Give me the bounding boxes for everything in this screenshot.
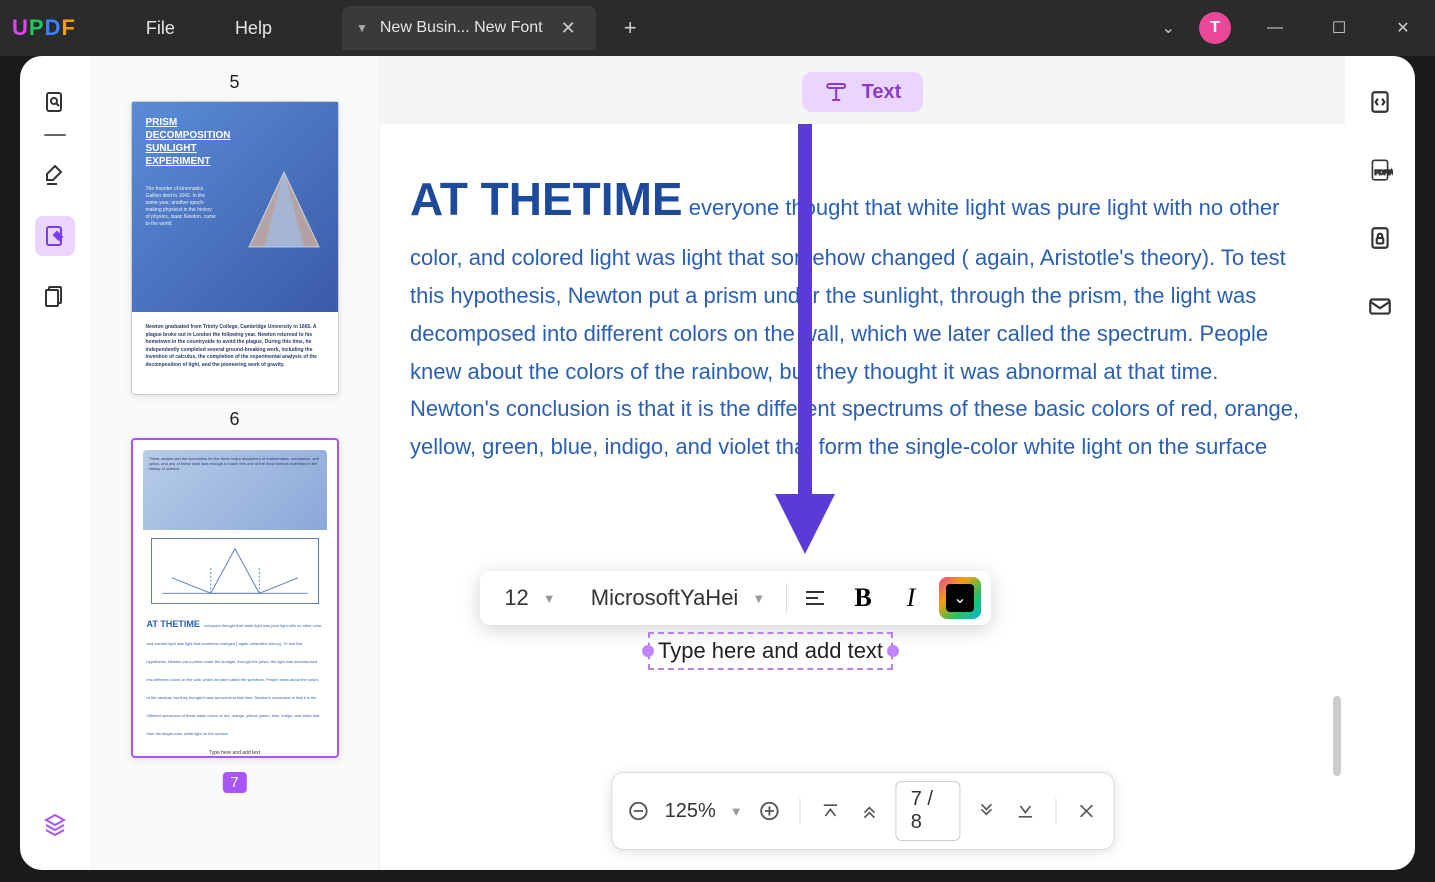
new-tab-button[interactable]: + <box>624 15 637 41</box>
font-size-dropdown[interactable]: 12 ▼ <box>490 585 570 611</box>
layers-icon <box>43 812 67 836</box>
chevrons-up-icon <box>859 801 879 821</box>
close-bar-button[interactable] <box>1074 797 1099 825</box>
bold-button[interactable]: B <box>843 578 883 618</box>
pages-tool[interactable] <box>35 276 75 316</box>
right-toolbar: PDF/A <box>1345 56 1415 870</box>
svg-text:PDF/A: PDF/A <box>1375 169 1393 176</box>
protect-tool[interactable] <box>1360 218 1400 258</box>
next-page-button[interactable] <box>974 797 999 825</box>
menu-file[interactable]: File <box>116 18 205 39</box>
tab-dropdown-icon[interactable]: ▼ <box>356 21 368 35</box>
text-icon <box>824 80 848 104</box>
separator <box>1056 798 1057 824</box>
first-page-button[interactable] <box>818 797 843 825</box>
lock-page-icon <box>1367 225 1393 251</box>
chevron-down-icon[interactable]: ⌄ <box>1162 18 1175 38</box>
pdfa-icon: PDF/A <box>1367 157 1393 183</box>
zoom-in-button[interactable] <box>757 797 782 825</box>
chevron-down-icon: ▼ <box>543 591 556 606</box>
thumbnail-page-7[interactable]: These studies laid the foundation for th… <box>131 438 339 758</box>
chevron-down-icon: ⌄ <box>946 584 974 612</box>
thumb7-heading: AT THETIME <box>147 619 200 629</box>
text-formatting-toolbar: 12 ▼ MicrosoftYaHei ▼ B I ⌄ <box>480 571 991 625</box>
document-page[interactable]: AT THETIME everyone thought that white l… <box>380 124 1345 870</box>
thumb5-body: Newton graduated from Trinity College, C… <box>132 312 338 381</box>
minimize-button[interactable]: — <box>1255 19 1295 37</box>
close-icon <box>1077 801 1097 821</box>
menu-help[interactable]: Help <box>205 18 302 39</box>
edit-page-icon <box>43 224 67 248</box>
convert-icon <box>1367 89 1393 115</box>
thumb5-title: PRISM DECOMPOSITION SUNLIGHT EXPERIMENT <box>146 116 244 168</box>
bottom-navigation-bar: 125% ▼ 7 / 8 <box>611 772 1114 850</box>
zoom-dropdown-icon[interactable]: ▼ <box>730 804 743 819</box>
thumbnail-page-5[interactable]: PRISM DECOMPOSITION SUNLIGHT EXPERIMENT … <box>131 101 339 395</box>
layers-tool[interactable] <box>35 804 75 844</box>
app-logo: UPDF <box>12 15 76 41</box>
text-mode-button[interactable]: Text <box>802 72 924 112</box>
thumb5-subtitle: The founder of kinematics. Galileo died … <box>146 186 217 228</box>
current-page-badge: 7 <box>222 772 246 793</box>
thumb-page-number: 5 <box>90 72 379 93</box>
left-toolbar <box>20 56 90 870</box>
text-insert-field[interactable]: Type here and add text <box>648 632 893 670</box>
separator <box>799 798 800 824</box>
last-page-button[interactable] <box>1013 797 1038 825</box>
font-family-value: MicrosoftYaHei <box>591 585 739 611</box>
tab-close-icon[interactable]: ✕ <box>555 18 582 39</box>
font-size-value: 12 <box>504 585 528 611</box>
text-color-button[interactable]: ⌄ <box>939 577 981 619</box>
main-document-area: Text AT THETIME everyone thought that wh… <box>380 56 1345 870</box>
convert-tool[interactable] <box>1360 82 1400 122</box>
share-tool[interactable] <box>1360 286 1400 326</box>
thumb-page-number: 6 <box>90 409 379 430</box>
resize-handle-right[interactable] <box>887 645 899 657</box>
align-left-icon <box>803 586 827 610</box>
align-button[interactable] <box>795 578 835 618</box>
plus-circle-icon <box>758 800 780 822</box>
tab-title: New Busin... New Font <box>380 19 543 37</box>
thumb7-top-text: These studies laid the foundation for th… <box>149 456 321 472</box>
prism-icon <box>244 167 324 257</box>
titlebar: UPDF File Help ▼ New Busin... New Font ✕… <box>0 0 1435 56</box>
pages-icon <box>43 284 67 308</box>
highlighter-icon <box>43 164 67 188</box>
thumb7-placeholder: Type here and add text <box>147 750 323 756</box>
text-mode-label: Text <box>862 81 902 104</box>
search-page-icon <box>43 90 67 114</box>
close-button[interactable]: ✕ <box>1383 18 1423 38</box>
separator <box>786 583 787 613</box>
thumb7-body: everyone thought that white light was pu… <box>147 623 323 736</box>
search-tool[interactable] <box>35 82 75 122</box>
highlight-tool[interactable] <box>35 156 75 196</box>
chevrons-down-icon <box>976 801 996 821</box>
workspace: 5 PRISM DECOMPOSITION SUNLIGHT EXPERIMEN… <box>20 56 1415 870</box>
minus-circle-icon <box>627 800 649 822</box>
doc-heading[interactable]: AT THETIME <box>410 173 683 225</box>
envelope-icon <box>1367 293 1393 319</box>
thumbnail-panel[interactable]: 5 PRISM DECOMPOSITION SUNLIGHT EXPERIMEN… <box>90 56 380 870</box>
zoom-out-button[interactable] <box>626 797 651 825</box>
doc-paragraph-2[interactable]: Newton's conclusion is that it is the di… <box>410 390 1315 466</box>
resize-handle-left[interactable] <box>642 645 654 657</box>
first-page-icon <box>821 801 841 821</box>
chevron-down-icon: ▼ <box>752 591 765 606</box>
zoom-level: 125% <box>665 800 716 823</box>
maximize-button[interactable]: ☐ <box>1319 18 1359 38</box>
thumb7-diagram <box>151 538 319 604</box>
separator <box>44 134 66 136</box>
last-page-icon <box>1015 801 1035 821</box>
page-number-input[interactable]: 7 / 8 <box>896 781 960 841</box>
scrollbar-thumb[interactable] <box>1333 696 1341 776</box>
italic-button[interactable]: I <box>891 578 931 618</box>
document-tab[interactable]: ▼ New Busin... New Font ✕ <box>342 6 596 50</box>
edit-text-tool[interactable] <box>35 216 75 256</box>
font-family-dropdown[interactable]: MicrosoftYaHei ▼ <box>578 585 778 611</box>
text-insert-placeholder: Type here and add text <box>658 638 883 663</box>
prev-page-button[interactable] <box>857 797 882 825</box>
pdfa-tool[interactable]: PDF/A <box>1360 150 1400 190</box>
user-avatar[interactable]: T <box>1199 12 1231 44</box>
